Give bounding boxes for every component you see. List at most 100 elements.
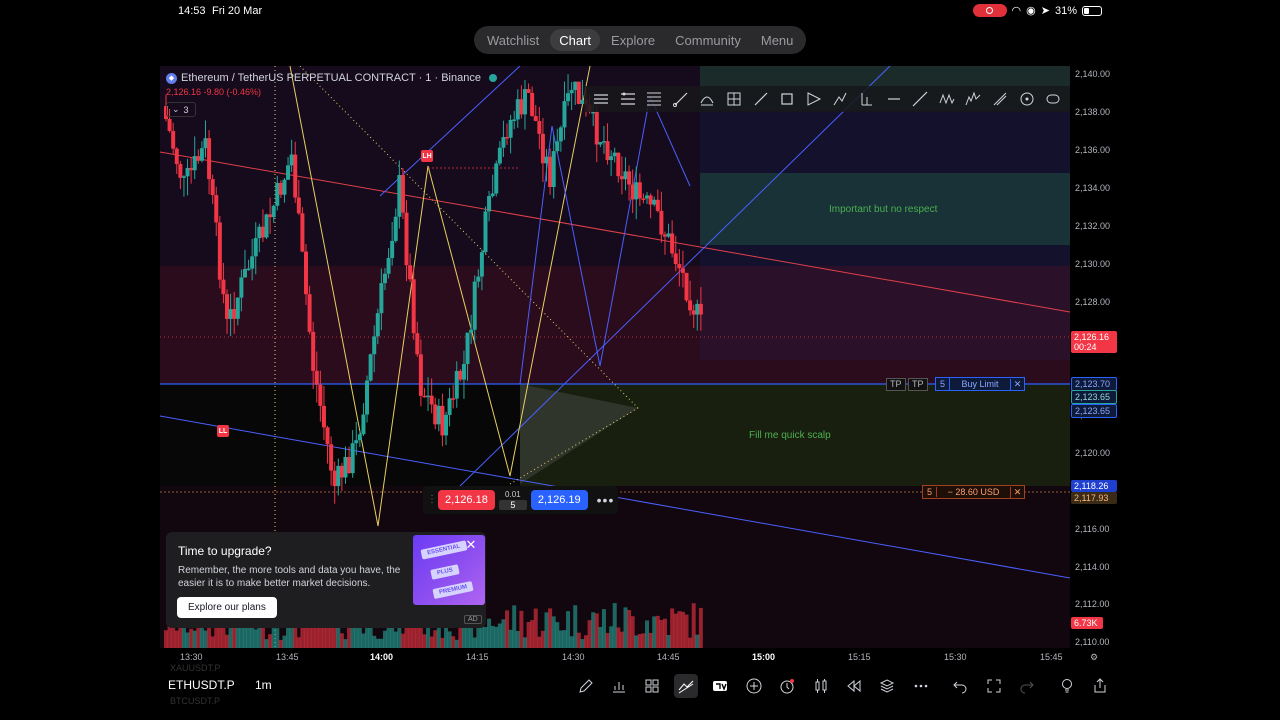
position-tag[interactable]: 5 − 28.60 USD ✕ bbox=[922, 485, 1025, 499]
extended-line-icon[interactable] bbox=[911, 90, 929, 108]
rectangle-icon[interactable] bbox=[778, 90, 796, 108]
time-tick: 15:30 bbox=[944, 652, 967, 662]
tradingview-logo-icon[interactable] bbox=[708, 674, 732, 698]
candle-body bbox=[494, 163, 499, 194]
elliott-wave-icon[interactable] bbox=[964, 90, 982, 108]
price-axis[interactable]: 2,140.00 2,138.00 2,136.00 2,134.00 2,13… bbox=[1070, 66, 1120, 648]
share-icon[interactable] bbox=[1088, 674, 1112, 698]
settings-icon[interactable]: ⚙ bbox=[1090, 652, 1098, 663]
add-icon[interactable] bbox=[742, 674, 766, 698]
candle-body bbox=[246, 268, 251, 271]
fullscreen-icon[interactable] bbox=[982, 674, 1006, 698]
layers-icon[interactable] bbox=[875, 674, 899, 698]
time-tick: 14:15 bbox=[466, 652, 489, 662]
volume-bar bbox=[598, 626, 603, 648]
candle-body bbox=[408, 265, 413, 280]
wave-icon[interactable] bbox=[938, 90, 956, 108]
undo-icon[interactable] bbox=[948, 674, 972, 698]
quick-trade-widget: ⋮ 2,126.18 0.01 5 2,126.19 ••• bbox=[423, 486, 619, 514]
volume-bar bbox=[433, 630, 438, 648]
rounded-rect-icon[interactable] bbox=[1044, 90, 1062, 108]
lh-marker[interactable]: LH bbox=[421, 150, 433, 162]
watchlist-next-symbol[interactable]: BTCUSDT.P bbox=[170, 696, 220, 706]
volume-bar bbox=[494, 626, 499, 648]
candle-body bbox=[619, 176, 624, 180]
crosshair-box-icon[interactable] bbox=[725, 90, 743, 108]
fib-retracement-icon[interactable] bbox=[645, 90, 663, 108]
volume-bar bbox=[555, 622, 560, 648]
tab-watchlist[interactable]: Watchlist bbox=[478, 29, 548, 51]
pencil-icon[interactable] bbox=[574, 674, 598, 698]
tab-menu[interactable]: Menu bbox=[752, 29, 803, 51]
tab-community[interactable]: Community bbox=[666, 29, 750, 51]
layouts-icon[interactable] bbox=[640, 674, 664, 698]
candle-body bbox=[652, 199, 657, 205]
close-icon[interactable]: ✕ bbox=[464, 538, 478, 552]
price-tick: 2,130.00 bbox=[1075, 259, 1111, 269]
parallel-channel-icon[interactable] bbox=[619, 90, 637, 108]
volume-bar bbox=[652, 616, 657, 648]
indicators-toggle[interactable]: ⌄ 3 bbox=[166, 102, 196, 117]
brush-icon[interactable] bbox=[991, 90, 1009, 108]
status-date: Fri 20 Mar bbox=[212, 5, 263, 17]
more-icon[interactable]: ••• bbox=[591, 492, 615, 508]
horizontal-ray-icon[interactable] bbox=[885, 90, 903, 108]
candle-body bbox=[365, 380, 370, 415]
candle-body bbox=[372, 336, 377, 355]
volume-bar bbox=[296, 637, 301, 648]
sell-button[interactable]: 2,126.18 bbox=[438, 490, 495, 510]
close-icon[interactable]: ✕ bbox=[1010, 378, 1024, 390]
candles-icon[interactable] bbox=[809, 674, 833, 698]
buy-limit-order[interactable]: 5 Buy Limit ✕ bbox=[935, 377, 1025, 391]
volume-bar bbox=[174, 630, 179, 648]
ad-badge: AD bbox=[464, 615, 482, 624]
triangle-pattern-icon[interactable] bbox=[805, 90, 823, 108]
explore-plans-button[interactable]: Explore our plans bbox=[177, 597, 277, 618]
tp-tag-1[interactable]: TP bbox=[886, 377, 906, 391]
buy-button[interactable]: 2,126.19 bbox=[530, 490, 588, 510]
ray-icon[interactable] bbox=[752, 90, 770, 108]
time-tick: 14:45 bbox=[657, 652, 680, 662]
volume-bar bbox=[540, 630, 545, 648]
alert-clock-icon[interactable] bbox=[775, 674, 799, 698]
close-icon[interactable]: ✕ bbox=[1010, 486, 1024, 498]
volume-bar bbox=[422, 634, 427, 648]
position-qty: 5 bbox=[923, 487, 937, 497]
drawing-tools-icon[interactable] bbox=[674, 674, 698, 698]
trendline-icon[interactable] bbox=[672, 90, 690, 108]
path-icon[interactable] bbox=[831, 90, 849, 108]
symbol-line[interactable]: ◆ Ethereum / TetherUS PERPETUAL CONTRACT… bbox=[166, 72, 497, 84]
tp-tag-2[interactable]: TP bbox=[908, 377, 928, 391]
more-horizontal-icon[interactable] bbox=[909, 674, 933, 698]
candle-body bbox=[250, 256, 255, 269]
volume-bar bbox=[454, 639, 459, 648]
location-icon: ➤ bbox=[1040, 5, 1050, 17]
candle-body bbox=[677, 264, 682, 269]
measure-icon[interactable] bbox=[858, 90, 876, 108]
indicators-icon[interactable] bbox=[607, 674, 631, 698]
watchlist-prev-symbol[interactable]: XAUUSDT.P bbox=[170, 663, 221, 673]
ll-marker[interactable]: LL bbox=[217, 425, 229, 437]
tab-explore[interactable]: Explore bbox=[602, 29, 664, 51]
timeframe-button[interactable]: 1m bbox=[255, 678, 272, 692]
redo-icon[interactable] bbox=[1015, 674, 1039, 698]
lightbulb-icon[interactable] bbox=[1055, 674, 1079, 698]
last-price-value: 2,126.16 bbox=[1074, 332, 1110, 342]
replay-icon[interactable] bbox=[842, 674, 866, 698]
volume-bar bbox=[637, 634, 642, 648]
symbol-button[interactable]: ETHUSDT.P bbox=[168, 678, 235, 692]
volume-bar bbox=[393, 631, 398, 648]
horizontal-lines-icon[interactable] bbox=[592, 90, 610, 108]
volume-bar bbox=[282, 635, 287, 648]
pitchfork-icon[interactable] bbox=[698, 90, 716, 108]
candle-body bbox=[522, 89, 527, 115]
circle-icon[interactable] bbox=[1018, 90, 1036, 108]
volume-bar bbox=[562, 630, 567, 648]
drag-handle-icon[interactable]: ⋮ bbox=[427, 495, 437, 505]
candle-body bbox=[300, 213, 305, 252]
tab-chart[interactable]: Chart bbox=[550, 29, 601, 51]
price-tick: 2,140.00 bbox=[1075, 69, 1111, 79]
spread-value: 0.01 bbox=[505, 490, 521, 499]
quantity-field[interactable]: 5 bbox=[498, 500, 527, 510]
time-axis[interactable]: 13:30 13:45 14:00 14:15 14:30 14:45 15:0… bbox=[160, 648, 1120, 666]
